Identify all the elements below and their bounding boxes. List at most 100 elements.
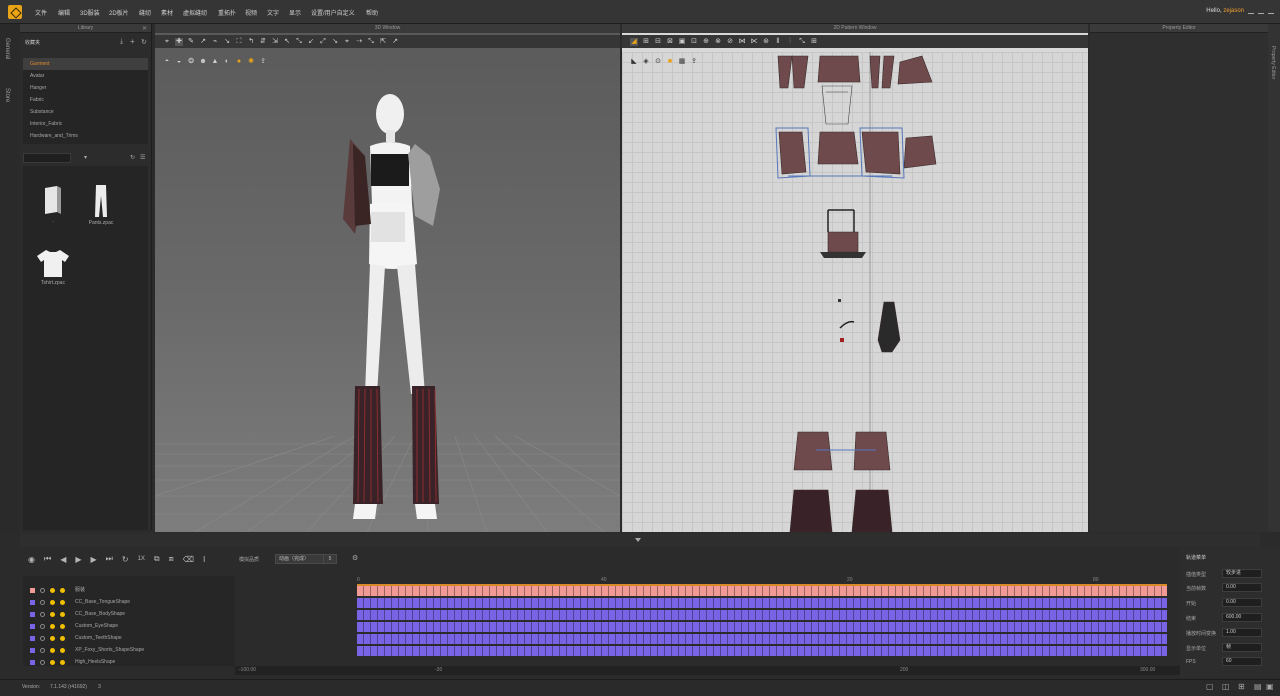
measure-2d-icon[interactable]: ⤡	[798, 38, 806, 46]
xray-icon[interactable]: ◐	[223, 58, 231, 66]
select-icon[interactable]: ⌖	[163, 38, 171, 46]
display-unit-select[interactable]: 帧	[1222, 643, 1262, 652]
track-bar[interactable]	[357, 646, 1167, 656]
track-bar[interactable]	[357, 622, 1167, 632]
tack-icon[interactable]: ⌁	[211, 38, 219, 46]
texture-icon[interactable]: ⇱	[379, 38, 387, 46]
layer-row[interactable]: Custom_EyeShape	[23, 620, 235, 632]
category-garment[interactable]: Garment	[23, 58, 148, 70]
go-start-icon[interactable]: ⏮	[44, 554, 51, 564]
fps-stepper[interactable]: 5	[323, 554, 337, 564]
layer-row[interactable]: Custom_TeethShape	[23, 632, 235, 644]
text-cursor-icon[interactable]: Ⅰ	[203, 555, 205, 564]
timeline-tracks[interactable]	[357, 586, 1167, 666]
fps-select[interactable]: 60	[1222, 657, 1262, 666]
show-grid-icon[interactable]: ◈	[642, 58, 650, 66]
user-greeting[interactable]: Hello, zejason	[1206, 8, 1244, 14]
snapshot-2d-icon[interactable]: ⇪	[690, 58, 698, 66]
layer-row[interactable]: CC_Base_TongueShape	[23, 596, 235, 608]
menu-help[interactable]: 帮助	[366, 8, 378, 17]
time-scale-field[interactable]: 1.00	[1222, 628, 1262, 637]
edit-curve-icon[interactable]: ⊟	[654, 38, 662, 46]
download-icon[interactable]: ⤓	[120, 38, 123, 46]
add-icon[interactable]: +	[130, 37, 135, 46]
track-bar[interactable]	[357, 634, 1167, 644]
panel-close-icon[interactable]: ✕	[142, 25, 147, 32]
property-editor-side-tab[interactable]: Property Editor	[1270, 46, 1276, 79]
fold-icon[interactable]: ↗	[199, 38, 207, 46]
menu-video[interactable]: 视频	[245, 8, 257, 17]
list-view-icon[interactable]: ☰	[140, 154, 145, 161]
category-avatar[interactable]: Avatar	[23, 70, 148, 82]
measure-icon[interactable]: ↘	[223, 38, 231, 46]
layout-quad-icon[interactable]: ⊞	[1238, 682, 1245, 691]
category-substance[interactable]: Substance	[23, 106, 148, 118]
trim-icon[interactable]: ⤢	[319, 38, 327, 46]
layout-split-icon[interactable]: ◫	[1222, 682, 1230, 691]
delete-icon[interactable]: ⌫	[183, 555, 194, 564]
menu-retopology[interactable]: 重拓扑	[218, 8, 236, 17]
layout-full-icon[interactable]: ▣	[1266, 682, 1274, 691]
tab-store[interactable]: Store	[4, 88, 10, 102]
graphic-icon[interactable]: ⤡	[367, 38, 375, 46]
play-icon[interactable]: ▶	[75, 555, 81, 564]
line-icon[interactable]: ⤡	[295, 38, 303, 46]
library-filter-input[interactable]	[23, 153, 71, 163]
render-icon[interactable]: ●	[235, 58, 243, 66]
shading-icon[interactable]: ▲	[211, 58, 219, 66]
transform-pattern-icon[interactable]: ◢	[630, 37, 638, 46]
texture-edit-icon[interactable]: ⫴	[774, 38, 782, 46]
menu-2d-pattern[interactable]: 2D板片	[109, 8, 129, 17]
track-bar[interactable]	[357, 598, 1167, 608]
edit-pattern-icon[interactable]: ⊞	[642, 38, 650, 46]
light-icon[interactable]: ✺	[247, 58, 255, 66]
speed-label[interactable]: 1X	[138, 556, 145, 562]
library-item-pants[interactable]: Pants.zpac	[83, 184, 119, 226]
zipper-icon[interactable]: ⇢	[355, 38, 363, 46]
segment-icon[interactable]: ⇲	[271, 38, 279, 46]
track-bar[interactable]	[357, 610, 1167, 620]
maximize-icon[interactable]	[1258, 6, 1264, 14]
layout-single-icon[interactable]: ▢	[1206, 682, 1214, 691]
current-frame-field[interactable]: 0.00	[1222, 583, 1262, 592]
menu-edit[interactable]: 编辑	[58, 8, 70, 17]
end-field[interactable]: 600.00	[1222, 613, 1262, 622]
dart-icon[interactable]: ⊗	[714, 38, 722, 46]
copy-icon[interactable]: ⧉	[154, 554, 160, 564]
prev-frame-icon[interactable]: ◀	[60, 555, 66, 564]
timeline-ruler[interactable]: 0 40 20 80	[357, 577, 1167, 586]
puckering-icon[interactable]: ↗	[391, 38, 399, 46]
edit-sewing-icon[interactable]: ⊛	[762, 38, 770, 46]
curve-icon[interactable]: ↖	[283, 38, 291, 46]
topstitch-icon[interactable]: ↘	[331, 38, 339, 46]
pin-icon[interactable]: ✎	[187, 38, 195, 46]
panel-splitter[interactable]	[20, 533, 1260, 547]
edit-icon[interactable]: ↰	[247, 38, 255, 46]
minimize-icon[interactable]	[1248, 6, 1254, 14]
menu-avatar[interactable]: 虚拟缝纫	[183, 8, 207, 17]
show-pattern-icon[interactable]: ◣	[630, 58, 638, 66]
2d-pattern-window[interactable]: 2D Pattern Window ◢ ⊞ ⊟ ⊠ ▣ ⊡ ⊕ ⊗ ⊘ ⋈ ⋉ …	[622, 24, 1088, 532]
filter-dropdown-icon[interactable]: ▾	[84, 154, 87, 161]
move-icon[interactable]: ✚	[175, 37, 183, 46]
layer-row[interactable]: 服装	[23, 584, 235, 596]
category-hardware-trims[interactable]: Hardware_and_Trims	[23, 130, 148, 142]
menu-materials[interactable]: 素材	[161, 8, 173, 17]
library-item-up[interactable]: ..	[35, 184, 71, 224]
start-field[interactable]: 0.00	[1222, 598, 1262, 607]
category-hanger[interactable]: Hanger	[23, 82, 148, 94]
record-icon[interactable]: ◉	[28, 555, 35, 564]
layer-row[interactable]: High_HeelsShape	[23, 656, 235, 668]
paste-icon[interactable]: ⧈	[169, 554, 174, 564]
snapshot-icon[interactable]: ⇪	[259, 58, 267, 66]
avatar-display-icon[interactable]: ◓	[163, 58, 171, 66]
next-frame-icon[interactable]: ▶	[91, 555, 97, 564]
menu-display[interactable]: 显示	[289, 8, 301, 17]
refresh-icon[interactable]: ↻	[141, 38, 147, 46]
tab-general[interactable]: General	[4, 38, 10, 59]
point-icon[interactable]: ↙	[307, 38, 315, 46]
menu-text[interactable]: 文字	[267, 8, 279, 17]
free-sew-icon[interactable]: ⋉	[750, 38, 758, 46]
add-point-icon[interactable]: ⊠	[666, 38, 674, 46]
annotation-icon[interactable]: ⫶	[786, 38, 794, 46]
